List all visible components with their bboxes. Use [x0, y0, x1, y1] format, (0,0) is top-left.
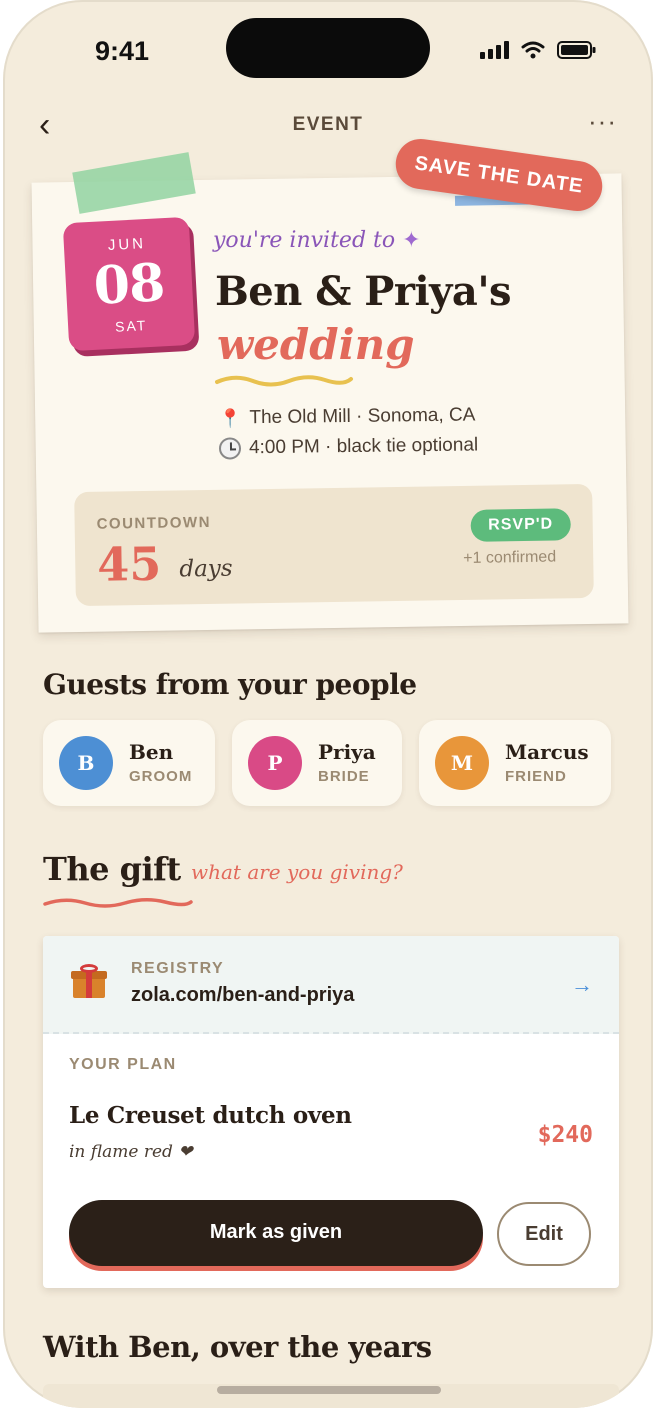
- battery-icon: [557, 41, 596, 59]
- status-icons: [480, 40, 597, 60]
- plan-note: in flame red ❤: [69, 1142, 193, 1162]
- time-text: 4:00 PM · black tie optional: [248, 434, 479, 459]
- location-pin-icon: 📍: [218, 407, 242, 429]
- edit-button[interactable]: Edit: [497, 1202, 591, 1266]
- guest-chip-marcus[interactable]: M Marcus FRIEND: [419, 720, 611, 806]
- countdown-panel: COUNTDOWN 45 days RSVP'D +1 confirmed: [74, 483, 594, 607]
- registry-url[interactable]: zola.com/ben-and-priya: [131, 984, 354, 1007]
- avatar: P: [248, 736, 302, 790]
- rsvp-note: +1 confirmed: [463, 548, 557, 567]
- countdown-unit: days: [179, 555, 233, 583]
- page-title: EVENT: [292, 114, 364, 135]
- countdown-label: COUNTDOWN: [96, 513, 212, 533]
- guests-heading: Guests from your people: [43, 668, 417, 701]
- phone-screen: 9:41 ‹ EVENT ··· SAVE THE DATE JUN 08 SA…: [3, 0, 653, 1408]
- signal-icon: [480, 41, 509, 59]
- rsvp-badge[interactable]: RSVP'D: [470, 508, 571, 542]
- status-time: 9:41: [95, 36, 150, 66]
- clock-icon: [218, 437, 242, 460]
- venue-text: The Old Mill · Sonoma, CA: [249, 404, 476, 429]
- couple-name: Ben & Priya's: [215, 268, 512, 315]
- time-row: 4:00 PM · black tie optional: [218, 434, 479, 460]
- countdown-number: 45: [96, 536, 162, 592]
- gift-heading: The gift: [43, 850, 181, 888]
- venue-row: 📍 The Old Mill · Sonoma, CA: [219, 404, 476, 429]
- underline-squiggle: [215, 375, 353, 387]
- guest-role: BRIDE: [318, 768, 370, 785]
- wifi-icon: [521, 41, 545, 59]
- guest-chip-priya[interactable]: P Priya BRIDE: [232, 720, 402, 806]
- guest-role: GROOM: [129, 768, 193, 785]
- event-type: wedding: [217, 320, 415, 369]
- guest-name: Ben: [129, 740, 174, 764]
- guest-name: Priya: [318, 740, 376, 764]
- guest-chip-ben[interactable]: B Ben GROOM: [43, 720, 215, 806]
- invited-text: you're invited to ✦: [213, 228, 421, 253]
- avatar: M: [435, 736, 489, 790]
- sparkle-icon: ✦: [402, 228, 421, 253]
- plan-item: Le Creuset dutch oven: [69, 1102, 352, 1129]
- date-weekday: SAT: [114, 317, 148, 335]
- date-badge: JUN 08 SAT: [62, 216, 196, 352]
- arrow-right-icon[interactable]: →: [571, 972, 593, 998]
- gift-icon: [71, 964, 107, 998]
- plan-label: YOUR PLAN: [69, 1056, 177, 1073]
- guest-name: Marcus: [505, 740, 589, 764]
- dynamic-island: [226, 18, 430, 78]
- plan-price: $240: [537, 1122, 593, 1148]
- more-options-button[interactable]: ···: [588, 106, 617, 137]
- gift-subheading: what are you giving?: [191, 860, 403, 884]
- home-indicator[interactable]: [217, 1386, 441, 1394]
- registry-row[interactable]: REGISTRY zola.com/ben-and-priya →: [43, 936, 619, 1034]
- registry-label: REGISTRY: [131, 960, 225, 977]
- avatar: B: [59, 736, 113, 790]
- mark-as-given-button[interactable]: Mark as given: [69, 1200, 483, 1266]
- guest-role: FRIEND: [505, 768, 567, 785]
- date-day: 08: [92, 252, 166, 317]
- invited-label: you're invited to: [213, 228, 396, 253]
- gift-underline-squiggle: [43, 898, 193, 908]
- history-heading: With Ben, over the years: [43, 1330, 432, 1364]
- gift-card: REGISTRY zola.com/ben-and-priya → YOUR P…: [43, 936, 619, 1288]
